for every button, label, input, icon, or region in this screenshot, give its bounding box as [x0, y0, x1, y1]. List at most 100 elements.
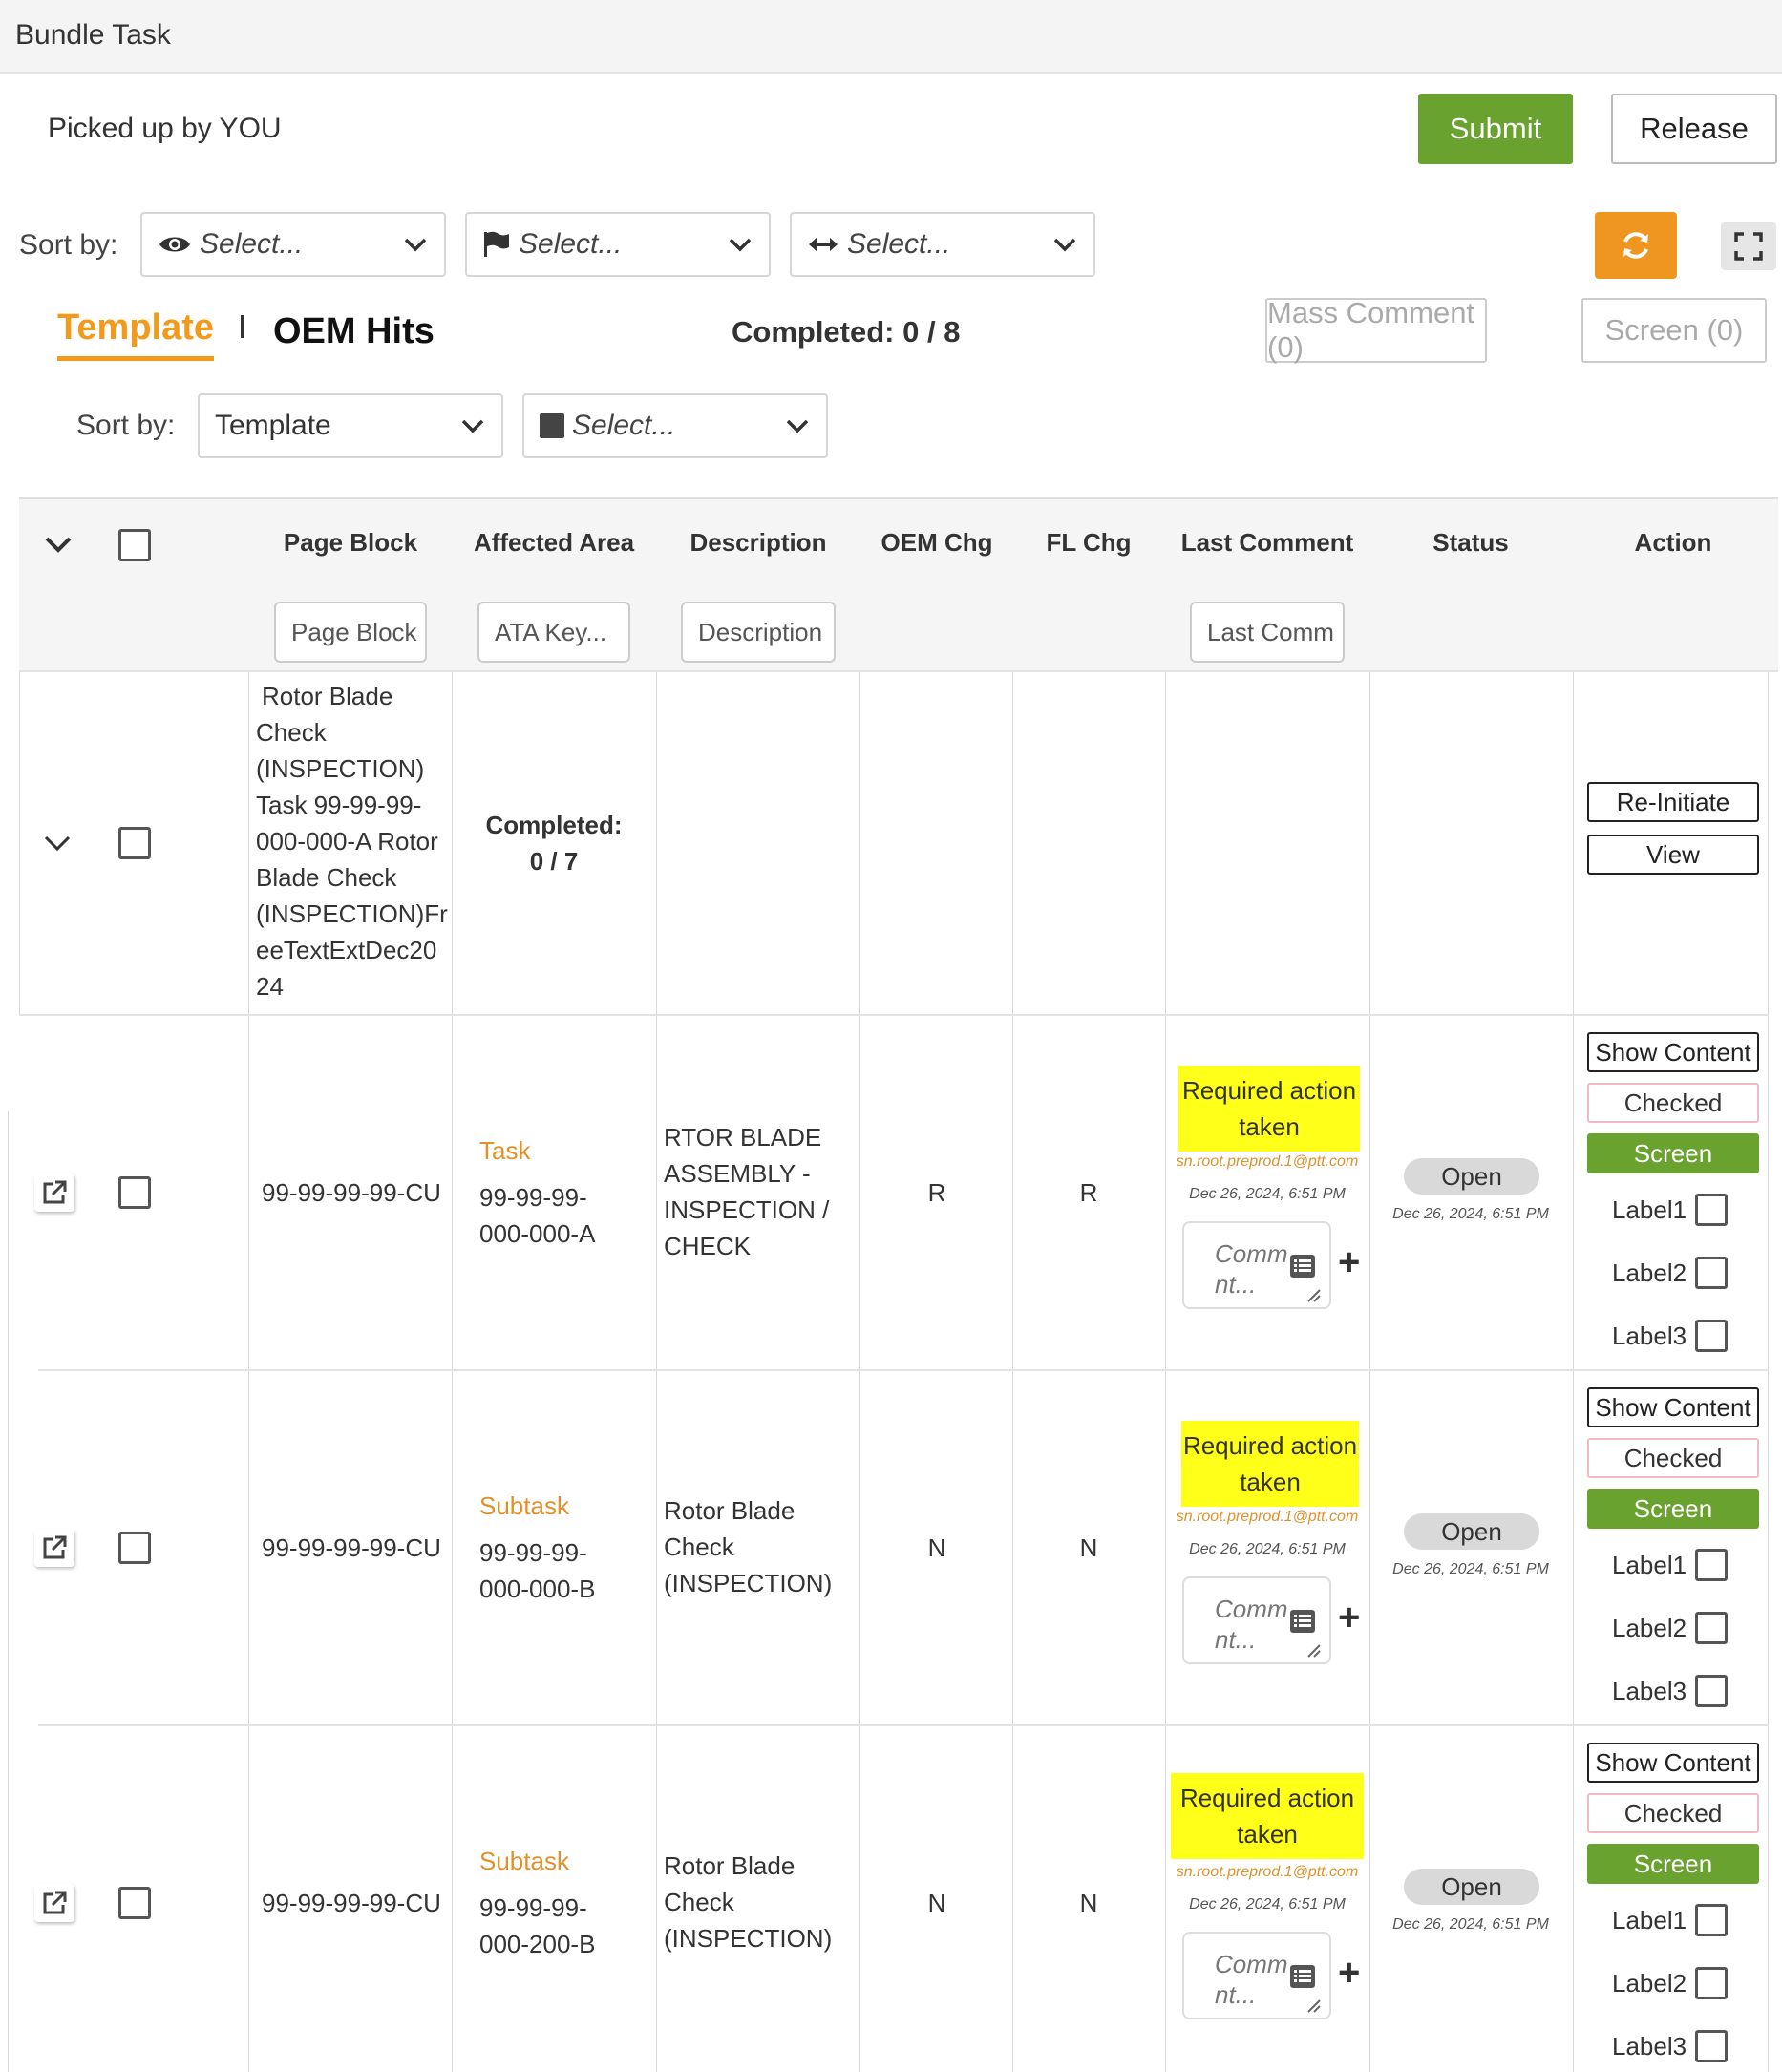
collapse-all-icon[interactable] [44, 535, 73, 554]
row-oem-chg: N [927, 1533, 946, 1562]
sort-select-flag[interactable]: Select... [465, 212, 771, 277]
reinitiate-button[interactable]: Re-Initiate [1587, 782, 1759, 822]
group-page-block-line: (INSPECTION)Fr [256, 899, 448, 928]
comment-date: Dec 26, 2024, 6:51 PM [1189, 1896, 1346, 1913]
checked-button[interactable]: Checked [1587, 1793, 1759, 1833]
group-collapse-icon[interactable] [43, 834, 72, 853]
filter-last-comment[interactable]: Last Comm [1190, 602, 1345, 663]
screen-toolbar-button[interactable]: Screen (0) [1581, 298, 1767, 363]
row-description-line: (INSPECTION) [664, 1924, 833, 1953]
show-content-button[interactable]: Show Content [1587, 1743, 1759, 1783]
list-icon [1290, 1965, 1315, 1988]
comment-placeholder-line: nt... [1215, 1625, 1257, 1654]
view-button[interactable]: View [1587, 835, 1759, 875]
column-header-status[interactable]: Status [1369, 528, 1572, 558]
last-comment-text: Required action taken [1181, 1421, 1359, 1507]
label1-checkbox[interactable] [1695, 1904, 1728, 1936]
add-comment-icon[interactable]: + [1338, 1596, 1360, 1639]
row-description-line: RTOR BLADE [664, 1123, 822, 1152]
row-description-line: Check [664, 1533, 734, 1561]
row-description-line: Rotor Blade [664, 1851, 796, 1880]
tab-oem-hits[interactable]: OEM Hits [273, 311, 435, 352]
label1-checkbox[interactable] [1695, 1549, 1728, 1581]
column-header-description[interactable]: Description [657, 528, 859, 558]
tab-template[interactable]: Template [57, 307, 215, 361]
open-external-button[interactable] [34, 1173, 74, 1212]
status-badge: Open [1404, 1158, 1539, 1195]
comment-placeholder: Comm nt... [1215, 1238, 1288, 1300]
add-comment-icon[interactable]: + [1338, 1241, 1360, 1284]
column-header-fl-chg[interactable]: FL Chg [1012, 528, 1165, 558]
row-checkbox[interactable] [118, 1887, 151, 1919]
resize-handle-icon[interactable] [1305, 1641, 1322, 1659]
completed-summary: Completed: 0 / 8 [732, 315, 961, 349]
sort-select-template[interactable]: Template [198, 393, 503, 458]
screen-button[interactable]: Screen [1587, 1489, 1759, 1529]
sort-select-placeholder: Select... [200, 228, 304, 260]
refresh-button[interactable] [1595, 212, 1677, 279]
row-fl-chg: N [1079, 1889, 1098, 1917]
comment-author-email: sn.root.preprod.1@ptt.com [1176, 1864, 1359, 1880]
row-description-line: CHECK [664, 1232, 752, 1260]
resize-handle-icon[interactable] [1305, 1997, 1322, 2014]
screen-button[interactable]: Screen [1587, 1844, 1759, 1884]
filter-page-block[interactable]: Page Block [274, 602, 427, 663]
column-header-oem-chg[interactable]: OEM Chg [859, 528, 1014, 558]
group-page-block-line: Task 99-99-99- [256, 791, 422, 819]
release-button[interactable]: Release [1611, 94, 1777, 164]
filter-ata-key[interactable]: ATA Key... [477, 602, 630, 663]
grid-line [19, 672, 20, 1016]
row-checkbox[interactable] [118, 1176, 151, 1209]
submit-button[interactable]: Submit [1418, 94, 1573, 164]
label1-checkbox[interactable] [1695, 1194, 1728, 1226]
grid-line [452, 672, 453, 2072]
last-comment-line: taken [1239, 1112, 1300, 1141]
resize-handle-icon[interactable] [1305, 1286, 1322, 1303]
fullscreen-button[interactable] [1721, 222, 1776, 270]
row-checkbox[interactable] [118, 1532, 151, 1564]
column-header-action[interactable]: Action [1572, 528, 1774, 558]
mass-comment-button[interactable]: Mass Comment (0) [1265, 296, 1487, 364]
group-row-checkbox[interactable] [118, 827, 151, 859]
label2-checkbox[interactable] [1695, 1612, 1728, 1644]
column-header-last-comment[interactable]: Last Comment [1165, 528, 1369, 558]
checked-button[interactable]: Checked [1587, 1438, 1759, 1478]
row-fl-chg: R [1079, 1178, 1098, 1207]
row-ata-key: 99-99-99- 000-200-B [479, 1890, 595, 1962]
row-divider [38, 1369, 1769, 1371]
tab-separator [241, 315, 244, 338]
column-header-page-block[interactable]: Page Block [250, 528, 451, 558]
label3-checkbox[interactable] [1695, 1320, 1728, 1352]
row-description-line: INSPECTION / [664, 1195, 830, 1224]
open-external-button[interactable] [34, 1884, 74, 1922]
label3-checkbox[interactable] [1695, 2030, 1728, 2062]
comment-date: Dec 26, 2024, 6:51 PM [1189, 1186, 1346, 1202]
label2-checkbox[interactable] [1695, 1257, 1728, 1289]
sort-select-direction[interactable]: Select... [790, 212, 1095, 277]
grid-line [1369, 672, 1370, 2072]
grid-line [1573, 672, 1574, 2072]
grid-line [248, 672, 249, 2072]
add-comment-icon[interactable]: + [1338, 1952, 1360, 1995]
comment-placeholder: Comm nt... [1215, 1594, 1288, 1655]
comment-author-email: sn.root.preprod.1@ptt.com [1176, 1509, 1359, 1525]
sort-select-status[interactable]: Select... [522, 393, 828, 458]
sort-select-visibility[interactable]: Select... [140, 212, 446, 277]
row-ata-key: 99-99-99- 000-000-B [479, 1534, 595, 1607]
label2-checkbox[interactable] [1695, 1967, 1728, 1999]
checked-button[interactable]: Checked [1587, 1083, 1759, 1123]
screen-button[interactable]: Screen [1587, 1133, 1759, 1173]
comment-input[interactable]: Comm nt... [1182, 1932, 1331, 2019]
group-page-block: Rotor Blade Check (INSPECTION) Task 99-9… [256, 678, 448, 1004]
open-external-button[interactable] [34, 1529, 74, 1567]
comment-input[interactable]: Comm nt... [1182, 1576, 1331, 1664]
row-ata-line: 99-99-99- [479, 1893, 587, 1922]
show-content-button[interactable]: Show Content [1587, 1032, 1759, 1072]
filter-description[interactable]: Description [681, 602, 836, 663]
select-all-checkbox[interactable] [118, 529, 151, 561]
label3-checkbox[interactable] [1695, 1675, 1728, 1707]
column-header-affected-area[interactable]: Affected Area [453, 528, 655, 558]
sort-by-label: Sort by: [19, 229, 118, 261]
show-content-button[interactable]: Show Content [1587, 1387, 1759, 1427]
comment-input[interactable]: Comm nt... [1182, 1221, 1331, 1309]
